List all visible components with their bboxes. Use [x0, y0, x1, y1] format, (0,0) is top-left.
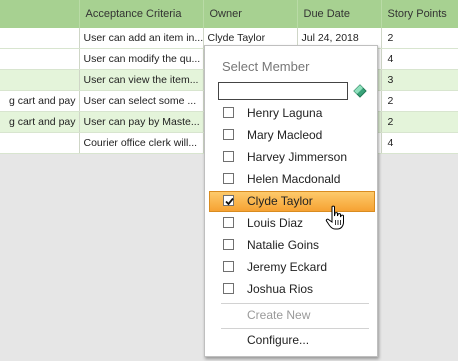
- member-checkbox[interactable]: [223, 173, 234, 184]
- member-option-louis-diaz[interactable]: Louis Diaz: [209, 213, 375, 234]
- member-checkbox[interactable]: [223, 261, 234, 272]
- hand-pointer-icon: [325, 205, 344, 230]
- table-cell-story-points[interactable]: 2: [381, 90, 458, 112]
- table-cell[interactable]: [0, 48, 80, 70]
- table-cell[interactable]: User can modify the qu...: [79, 48, 204, 70]
- table-cell[interactable]: [0, 132, 80, 154]
- divider: [221, 328, 369, 329]
- member-option-natalie-goins[interactable]: Natalie Goins: [209, 235, 375, 256]
- table-cell[interactable]: User can add an item in...: [79, 28, 204, 49]
- popup-title: Select Member: [222, 59, 310, 74]
- member-name: Helen Macdonald: [247, 172, 341, 186]
- member-name: Jeremy Eckard: [247, 260, 328, 274]
- table-cell[interactable]: User can view the item...: [79, 69, 204, 91]
- member-name: Harvey Jimmerson: [247, 150, 348, 164]
- table-cell-story-points[interactable]: 4: [381, 48, 458, 70]
- table-cell[interactable]: User can select some ...: [79, 90, 204, 112]
- table-cell[interactable]: g cart and pay: [0, 111, 80, 133]
- divider: [221, 303, 369, 304]
- table-cell[interactable]: g cart and pay: [0, 90, 80, 112]
- column-header-due-date[interactable]: Due Date: [297, 0, 382, 28]
- checkmark-icon: [225, 197, 234, 206]
- member-checkbox[interactable]: [223, 151, 234, 162]
- table-cell[interactable]: Courier office clerk will...: [79, 132, 204, 154]
- member-checkbox[interactable]: [223, 129, 234, 140]
- member-checkbox[interactable]: [223, 239, 234, 250]
- table-cell[interactable]: [0, 28, 80, 49]
- column-header[interactable]: [0, 0, 80, 28]
- member-option-jeremy-eckard[interactable]: Jeremy Eckard: [209, 257, 375, 278]
- member-search-input[interactable]: [218, 82, 348, 100]
- member-option-clyde-taylor[interactable]: Clyde Taylor: [209, 191, 375, 212]
- table-cell-story-points[interactable]: 3: [381, 69, 458, 91]
- member-name: Natalie Goins: [247, 238, 320, 252]
- table-cell-story-points[interactable]: 4: [381, 132, 458, 154]
- table-cell-story-points[interactable]: 2: [381, 28, 458, 49]
- configure-item[interactable]: Configure...: [247, 333, 309, 347]
- member-checkbox-checked[interactable]: [223, 195, 234, 206]
- member-option-henry-laguna[interactable]: Henry Laguna: [209, 103, 375, 124]
- member-name: Joshua Rios: [247, 282, 314, 296]
- table-header-row: Acceptance Criteria Owner Due Date Story…: [0, 0, 458, 28]
- eraser-icon[interactable]: [353, 84, 367, 98]
- table-cell-story-points[interactable]: 2: [381, 111, 458, 133]
- member-name: Louis Diaz: [247, 216, 304, 230]
- member-name: Clyde Taylor: [247, 194, 313, 208]
- select-member-popup: Select Member Henry Laguna Mary Macleod …: [204, 45, 378, 357]
- member-option-joshua-rios[interactable]: Joshua Rios: [209, 279, 375, 300]
- column-header-owner[interactable]: Owner: [203, 0, 298, 28]
- member-name: Henry Laguna: [247, 106, 323, 120]
- member-checkbox[interactable]: [223, 283, 234, 294]
- member-option-harvey-jimmerson[interactable]: Harvey Jimmerson: [209, 147, 375, 168]
- member-option-mary-macleod[interactable]: Mary Macleod: [209, 125, 375, 146]
- member-checkbox[interactable]: [223, 107, 234, 118]
- create-new-item: Create New: [247, 308, 311, 322]
- column-header-story-points[interactable]: Story Points: [381, 0, 458, 28]
- member-name: Mary Macleod: [247, 128, 323, 142]
- member-option-helen-macdonald[interactable]: Helen Macdonald: [209, 169, 375, 190]
- column-header-acceptance-criteria[interactable]: Acceptance Criteria: [79, 0, 204, 28]
- member-checkbox[interactable]: [223, 217, 234, 228]
- table-cell[interactable]: [0, 69, 80, 91]
- table-cell[interactable]: User can pay by Maste...: [79, 111, 204, 133]
